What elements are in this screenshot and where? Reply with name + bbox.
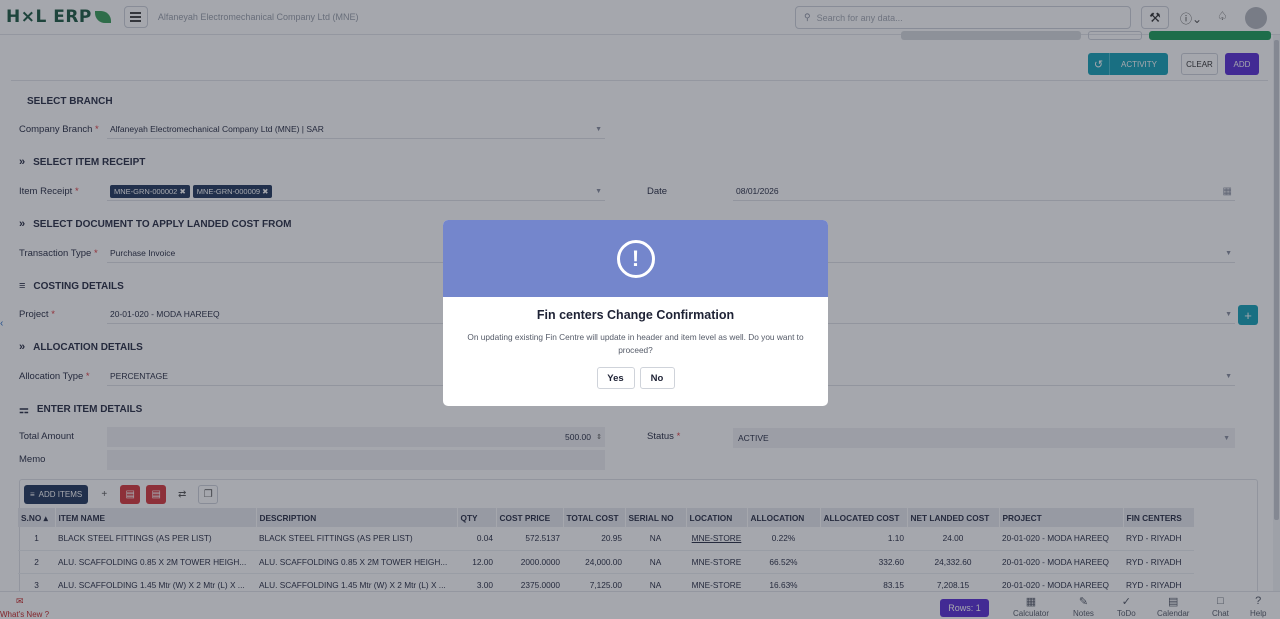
exclamation-icon: ! [616,239,655,278]
confirmation-dialog: ! Fin centers Change Confirmation On upd… [443,220,828,406]
yes-button[interactable]: Yes [596,367,635,389]
dialog-header: ! [443,220,828,297]
dialog-title: Fin centers Change Confirmation [536,308,735,322]
no-button[interactable]: No [639,367,675,389]
dialog-actions: Yes No [443,367,828,389]
dialog-message: On updating existing Fin Centre will upd… [467,332,804,355]
